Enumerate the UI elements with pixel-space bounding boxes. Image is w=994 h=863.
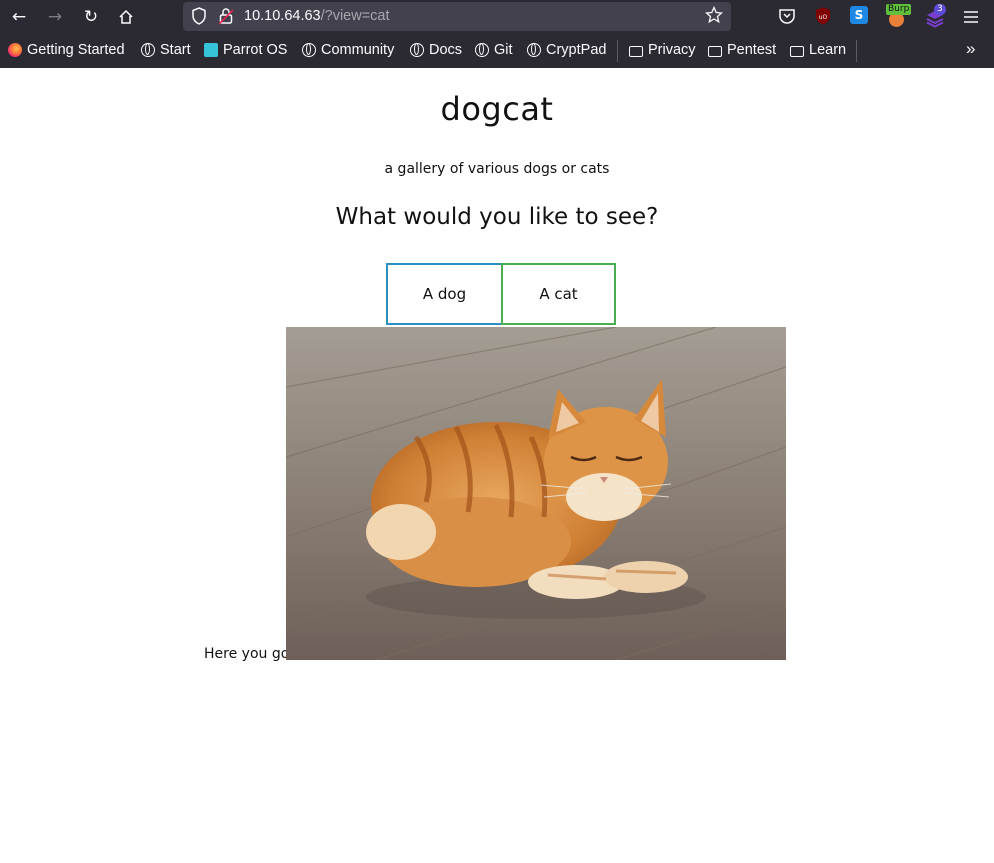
home-icon[interactable] xyxy=(113,5,139,29)
bookmark-docs[interactable]: Docs xyxy=(410,42,462,58)
globe-icon xyxy=(410,43,424,57)
bookmarks-overflow-chevron-icon[interactable]: » xyxy=(966,39,975,59)
insecure-lock-icon[interactable] xyxy=(218,7,234,29)
ublock-icon[interactable]: uO xyxy=(815,7,831,29)
parrot-icon xyxy=(204,43,218,57)
firefox-icon xyxy=(8,43,22,57)
bookmark-separator xyxy=(856,40,857,62)
globe-icon xyxy=(527,43,541,57)
folder-icon xyxy=(790,45,804,57)
cat-button[interactable]: A cat xyxy=(501,263,616,325)
bookmark-cryptpad[interactable]: CryptPad xyxy=(527,42,606,58)
pocket-icon[interactable] xyxy=(778,8,796,29)
question-heading: What would you like to see? xyxy=(335,204,659,230)
bookmarks-toolbar: Getting Started Start Parrot OS Communit… xyxy=(0,34,994,68)
bookmark-separator xyxy=(617,40,618,62)
site-title: dogcat xyxy=(440,90,554,128)
browser-chrome: ← → ↻ 10.10.64.63/?view=cat uO S Burp 3 … xyxy=(0,0,994,68)
globe-icon xyxy=(302,43,316,57)
svg-text:uO: uO xyxy=(819,14,828,21)
globe-icon xyxy=(141,43,155,57)
bookmark-folder-privacy[interactable]: Privacy xyxy=(629,42,696,58)
folder-icon xyxy=(629,45,643,57)
back-arrow-icon[interactable]: ← xyxy=(6,5,32,29)
bookmark-folder-pentest[interactable]: Pentest xyxy=(708,42,776,58)
bookmark-parrot-os[interactable]: Parrot OS xyxy=(204,42,287,58)
browser-toolbar: ← → ↻ 10.10.64.63/?view=cat uO S Burp 3 xyxy=(0,0,994,34)
url-text[interactable]: 10.10.64.63/?view=cat xyxy=(244,8,390,24)
bookmark-community[interactable]: Community xyxy=(302,42,394,58)
globe-icon xyxy=(475,43,489,57)
burp-extension-icon[interactable]: Burp xyxy=(886,4,912,28)
site-subtitle: a gallery of various dogs or cats xyxy=(384,161,610,177)
forward-arrow-icon[interactable]: → xyxy=(42,5,68,29)
dog-button[interactable]: A dog xyxy=(386,263,503,325)
bookmark-start[interactable]: Start xyxy=(141,42,191,58)
cat-photo xyxy=(286,327,786,660)
folder-icon xyxy=(708,45,722,57)
bookmark-git[interactable]: Git xyxy=(475,42,513,58)
stacked-extension-icon[interactable]: 3 xyxy=(926,4,948,30)
extension-count-badge: 3 xyxy=(934,4,946,15)
bookmark-getting-started[interactable]: Getting Started xyxy=(8,42,125,58)
hamburger-menu-icon[interactable] xyxy=(958,5,984,29)
bookmark-folder-learn[interactable]: Learn xyxy=(790,42,846,58)
bookmark-star-icon[interactable] xyxy=(704,5,724,28)
shield-icon[interactable] xyxy=(191,7,207,29)
burp-badge: Burp xyxy=(886,4,912,15)
s-extension-icon[interactable]: S xyxy=(850,6,868,24)
page-content: dogcat a gallery of various dogs or cats… xyxy=(0,68,994,863)
url-bar[interactable]: 10.10.64.63/?view=cat xyxy=(183,2,731,31)
reload-icon[interactable]: ↻ xyxy=(78,5,104,29)
result-text: Here you go! xyxy=(204,646,295,662)
